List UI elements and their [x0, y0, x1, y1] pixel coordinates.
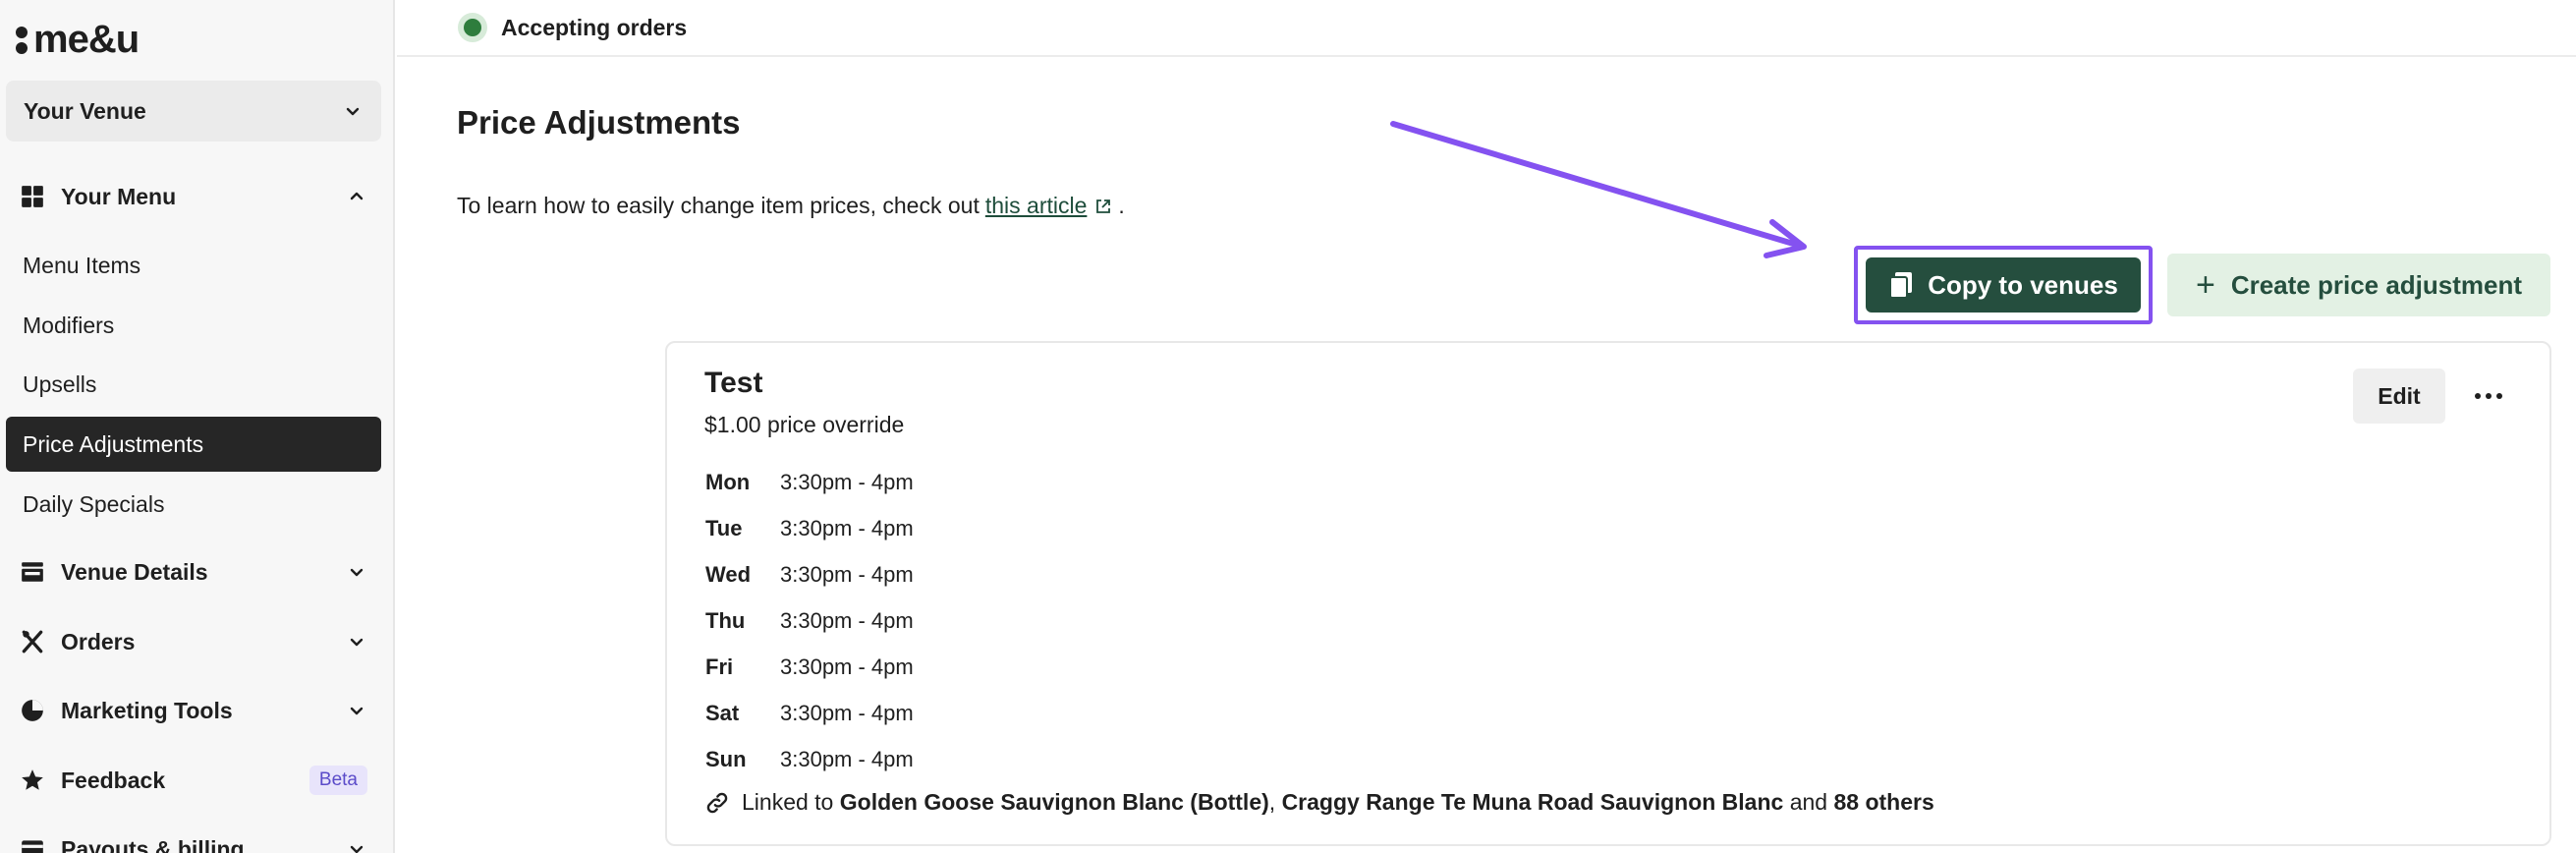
logo[interactable]: me&u	[16, 18, 140, 62]
sidebar-item-label: Price Adjustments	[23, 430, 204, 457]
schedule-row: Thu 3:30pm - 4pm	[705, 597, 914, 644]
schedule-time: 3:30pm - 4pm	[780, 607, 914, 633]
status-indicator-icon	[458, 13, 487, 42]
annotation-arrow	[1390, 121, 1807, 258]
schedule-row: Wed 3:30pm - 4pm	[705, 551, 914, 597]
plus-icon: +	[2195, 266, 2215, 304]
schedule-row: Tue 3:30pm - 4pm	[705, 505, 914, 551]
chevron-up-icon	[346, 186, 367, 207]
sidebar-item-label: Menu Items	[23, 252, 141, 278]
link-icon	[706, 792, 728, 813]
nav-section-venue-details[interactable]: Venue Details	[0, 550, 395, 594]
chevron-down-icon	[342, 100, 364, 122]
copy-to-venues-button[interactable]: Copy to venues	[1866, 257, 2141, 313]
nav-section-label: Venue Details	[61, 558, 208, 585]
schedule-list: Mon 3:30pm - 4pm Tue 3:30pm - 4pm Wed 3:30p…	[705, 459, 914, 782]
star-icon	[20, 768, 45, 793]
nav-section-marketing-tools[interactable]: Marketing Tools	[0, 689, 395, 732]
linked-item: Craggy Range Te Muna Road Sauvignon Blan…	[1281, 789, 1784, 815]
schedule-time: 3:30pm - 4pm	[780, 654, 914, 679]
chevron-down-icon	[346, 631, 367, 653]
schedule-day: Wed	[705, 561, 752, 587]
sidebar-item-label: Modifiers	[23, 312, 115, 338]
grid-icon	[20, 184, 45, 209]
schedule-row: Sun 3:30pm - 4pm	[705, 736, 914, 782]
card-icon	[20, 836, 45, 853]
copy-icon	[1889, 272, 1913, 299]
schedule-day: Fri	[705, 654, 734, 679]
nav-section-orders[interactable]: Orders	[0, 620, 395, 663]
adjustment-title: Test	[704, 367, 763, 399]
edit-button[interactable]: Edit	[2353, 369, 2445, 424]
linked-items: Linked to Golden Goose Sauvignon Blanc (…	[704, 789, 1934, 816]
cutlery-icon	[20, 629, 45, 654]
storefront-icon	[20, 559, 45, 585]
schedule-day: Sun	[705, 746, 747, 771]
chevron-down-icon	[346, 700, 367, 721]
page-title: Price Adjustments	[457, 104, 741, 141]
schedule-time: 3:30pm - 4pm	[780, 561, 914, 587]
schedule-row: Sat 3:30pm - 4pm	[705, 690, 914, 736]
sidebar-item-daily-specials[interactable]: Daily Specials	[6, 477, 381, 532]
create-price-adjustment-label: Create price adjustment	[2230, 269, 2523, 300]
order-status-label: Accepting orders	[501, 14, 688, 40]
nav-section-label: Payouts & billing	[61, 835, 245, 853]
schedule-day: Tue	[705, 515, 743, 540]
logo-text: me&u	[33, 18, 140, 61]
more-options-icon[interactable]	[2469, 378, 2508, 414]
chevron-down-icon	[346, 838, 367, 853]
schedule-day: Mon	[705, 469, 751, 494]
help-article-link[interactable]: this article	[985, 193, 1088, 219]
logo-mark-icon	[16, 26, 28, 54]
schedule-time: 3:30pm - 4pm	[780, 700, 914, 725]
chevron-down-icon	[346, 561, 367, 583]
schedule-row: Fri 3:30pm - 4pm	[705, 644, 914, 690]
sidebar: me&u Your Venue Your Menu Menu Items Mod…	[0, 0, 395, 853]
help-text-prefix: To learn how to easily change item price…	[457, 193, 980, 218]
beta-badge: Beta	[308, 766, 367, 795]
sidebar-item-upsells[interactable]: Upsells	[6, 357, 381, 412]
nav-section-your-menu[interactable]: Your Menu	[0, 175, 395, 218]
schedule-row: Mon 3:30pm - 4pm	[705, 459, 914, 505]
nav-section-payouts-billing[interactable]: Payouts & billing	[0, 827, 395, 853]
price-adjustment-card: Test $1.00 price override Edit Mon 3:30pm…	[665, 341, 2551, 846]
copy-to-venues-label: Copy to venues	[1928, 269, 2118, 300]
help-text: To learn how to easily change item price…	[457, 193, 1125, 219]
pie-chart-icon	[20, 698, 45, 723]
sidebar-item-price-adjustments[interactable]: Price Adjustments	[6, 417, 381, 472]
linked-separator: ,	[1268, 789, 1276, 815]
adjustment-subtitle: $1.00 price override	[704, 412, 905, 437]
sidebar-item-menu-items[interactable]: Menu Items	[6, 238, 381, 293]
order-status-bar: Accepting orders	[397, 0, 2576, 57]
schedule-time: 3:30pm - 4pm	[780, 469, 914, 494]
linked-others[interactable]: 88 others	[1833, 789, 1933, 815]
schedule-time: 3:30pm - 4pm	[780, 515, 914, 540]
venue-selector[interactable]: Your Venue	[6, 81, 381, 142]
external-link-icon	[1096, 199, 1111, 213]
help-text-suffix: .	[1118, 193, 1125, 218]
nav-section-label: Marketing Tools	[61, 697, 233, 723]
linked-and: and	[1789, 789, 1828, 815]
nav-section-feedback[interactable]: Feedback Beta	[0, 759, 395, 802]
schedule-time: 3:30pm - 4pm	[780, 746, 914, 771]
nav-section-label: Your Menu	[61, 183, 177, 209]
sidebar-item-modifiers[interactable]: Modifiers	[6, 298, 381, 353]
sidebar-item-label: Upsells	[23, 370, 97, 397]
nav-section-label: Feedback	[61, 767, 166, 793]
schedule-day: Thu	[705, 607, 746, 633]
nav-section-label: Orders	[61, 628, 136, 654]
linked-prefix: Linked to	[742, 789, 834, 815]
copy-button-highlight: Copy to venues	[1854, 246, 2153, 324]
schedule-day: Sat	[705, 700, 740, 725]
venue-selector-label: Your Venue	[24, 97, 146, 124]
linked-item: Golden Goose Sauvignon Blanc (Bottle)	[839, 789, 1269, 815]
sidebar-item-label: Daily Specials	[23, 490, 165, 517]
create-price-adjustment-button[interactable]: + Create price adjustment	[2167, 254, 2550, 316]
